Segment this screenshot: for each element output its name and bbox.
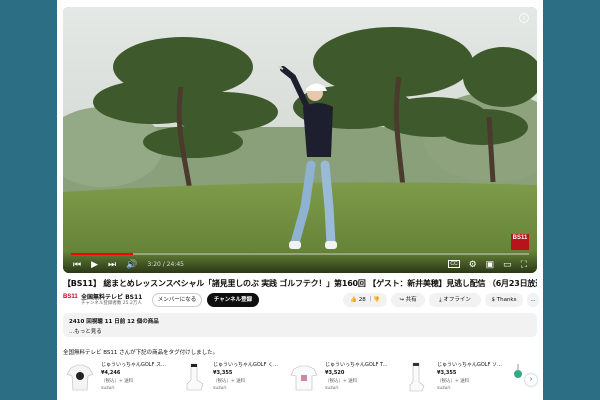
product-image [175, 360, 209, 394]
join-button[interactable]: メンバーになる [152, 293, 202, 307]
thumbs-down-icon[interactable]: ｜👎 [368, 297, 380, 303]
product-name: じゅういっちゃんGOLF T... [325, 362, 388, 368]
video-frame [63, 7, 537, 273]
progress-bar[interactable] [71, 253, 529, 255]
fullscreen-icon[interactable]: ⛶ [521, 259, 527, 269]
miniplayer-icon[interactable]: ▣ [486, 259, 495, 269]
share-button[interactable]: ↪ 共有 [391, 293, 425, 307]
channel-row: BS11 全国無料テレビ BS11 チャンネル登録者数 25.2万人 メンバーに… [63, 292, 539, 308]
product-image [511, 360, 525, 394]
like-button[interactable]: 👍 28 ｜👎 [343, 293, 387, 307]
video-player[interactable]: i BS11 ⏮ ▶ ⏭ 🔊 3:20 / 24:45 CC ⚙ ▣ ▭ ⛶ [63, 7, 537, 273]
subtitles-icon[interactable]: CC [448, 260, 460, 268]
youtube-watch-page: i BS11 ⏮ ▶ ⏭ 🔊 3:20 / 24:45 CC ⚙ ▣ ▭ ⛶ 【… [57, 0, 543, 400]
product-store: suzuri [437, 386, 451, 391]
previous-icon[interactable]: ⏮ [73, 259, 81, 269]
product-store: suzuri [213, 386, 227, 391]
product-image [287, 360, 321, 394]
subscriber-count: チャンネル登録者数 25.2万人 [81, 301, 142, 306]
download-button[interactable]: ⤓ オフライン [429, 293, 481, 307]
view-stats: 2410 回視聴 11 日前 12 個の商品 [69, 319, 159, 325]
product-store: suzuri [325, 386, 339, 391]
product-tax: （税込）+ 送料 [213, 379, 246, 384]
product-price: ¥3,355 [213, 370, 233, 376]
product-name: じゅういっちゃんGOLF ス... [101, 362, 166, 368]
like-count: 28 [358, 297, 366, 303]
info-icon[interactable]: i [519, 13, 529, 23]
share-icon: ↪ [399, 297, 404, 303]
theater-mode-icon[interactable]: ▭ [503, 259, 512, 269]
download-label: オフライン [443, 297, 471, 303]
product-tax: （税込）+ 送料 [325, 379, 358, 384]
product-name: じゅういっちゃんGOLF く... [213, 362, 278, 368]
thumbs-up-icon: 👍 [350, 297, 357, 303]
share-label: 共有 [405, 297, 417, 303]
shopping-header: 全国無料テレビ BS11 さんが下記の商品をタグ付けしました。 [63, 350, 219, 356]
more-actions-button[interactable]: ... [527, 293, 539, 307]
product-tax: （税込）+ 送料 [101, 379, 134, 384]
product-price: ¥3,520 [325, 370, 345, 376]
product-shelf: じゅういっちゃんGOLF ス... ¥4,246 （税込）+ 送料 suzuri… [63, 360, 537, 400]
thanks-label: Thanks [496, 297, 517, 303]
product-store: suzuri [101, 386, 115, 391]
time-display: 3:20 / 24:45 [147, 260, 184, 268]
product-card[interactable]: じゅういっちゃんGOLF T... ¥3,520 （税込）+ 送料 suzuri [287, 360, 397, 400]
thanks-icon: $ [491, 297, 495, 303]
product-image [399, 360, 433, 394]
product-price: ¥3,355 [437, 370, 457, 376]
volume-icon[interactable]: 🔊 [126, 259, 137, 269]
product-card[interactable]: じゅういっちゃんGOLF く... ¥3,355 （税込）+ 送料 suzuri [175, 360, 285, 400]
next-icon[interactable]: ⏭ [108, 259, 116, 269]
description-box[interactable]: 2410 回視聴 11 日前 12 個の商品 ...もっと見る [63, 313, 537, 337]
subscribe-button[interactable]: チャンネル登録 [207, 293, 259, 307]
product-card[interactable]: じゅういっちゃんGOLF ソ... ¥3,355 （税込）+ 送料 suzuri [399, 360, 509, 400]
show-more-link[interactable]: ...もっと見る [69, 327, 531, 335]
product-tax: （税込）+ 送料 [437, 379, 470, 384]
product-price: ¥4,246 [101, 370, 121, 376]
settings-icon[interactable]: ⚙ [469, 259, 477, 269]
thanks-button[interactable]: $ Thanks [485, 293, 523, 307]
product-card[interactable]: じゅういっちゃんGOLF ス... ¥4,246 （税込）+ 送料 suzuri [63, 360, 173, 400]
product-name: じゅういっちゃんGOLF ソ... [437, 362, 502, 368]
download-icon: ⤓ [439, 297, 442, 303]
video-title: 【BS11】 総まとめレッスンスペシャル「諸見里しのぶ 実践 ゴルフテク！」第1… [63, 279, 537, 288]
progress-fill [71, 253, 133, 255]
chevron-right-icon[interactable]: › [525, 374, 537, 386]
player-controls: ⏮ ▶ ⏭ 🔊 3:20 / 24:45 CC ⚙ ▣ ▭ ⛶ [63, 251, 537, 273]
play-icon[interactable]: ▶ [91, 259, 98, 269]
channel-avatar[interactable]: BS11 [63, 294, 78, 304]
product-image [63, 360, 97, 394]
channel-watermark: BS11 [511, 234, 529, 250]
product-card[interactable] [511, 360, 525, 400]
